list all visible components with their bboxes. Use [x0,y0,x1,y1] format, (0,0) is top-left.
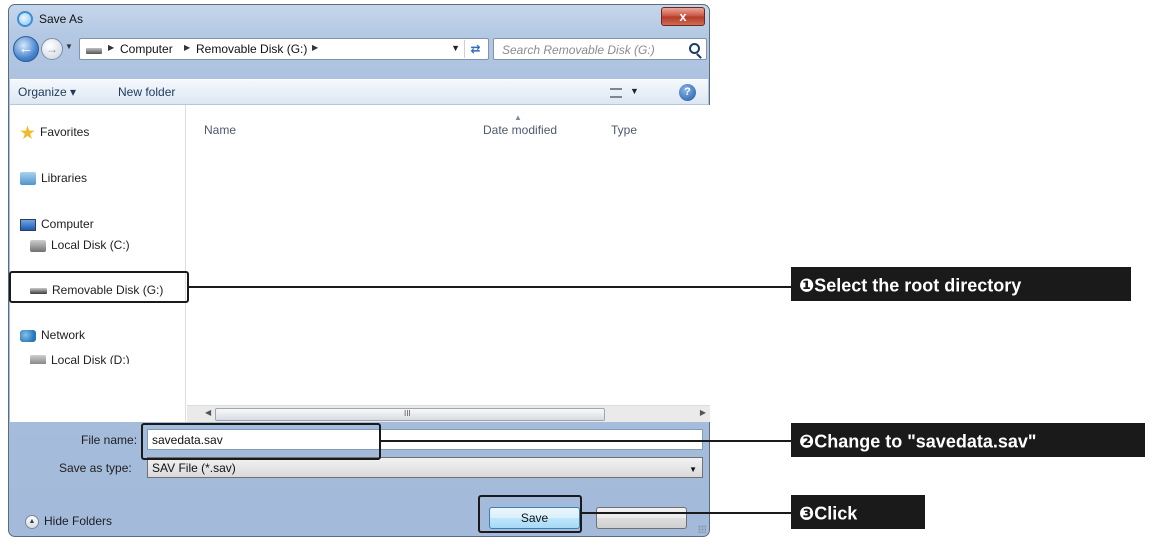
nav-libraries[interactable]: Libraries [20,171,88,186]
breadcrumb-arrow-icon[interactable]: ▶ [184,43,190,52]
save-type-select[interactable]: SAV File (*.sav) ▼ [147,457,703,478]
highlight-file-name [141,423,381,460]
recent-pages-dropdown-icon[interactable]: ▼ [65,42,73,51]
scroll-grip: III [404,409,411,418]
highlight-save-button [478,495,582,533]
leader-line-3 [582,512,791,514]
nav-computer-label: Computer [41,217,94,231]
file-name-label: File name: [81,433,138,447]
nav-local-disk-d-clipped[interactable]: Local Disk (D:) [10,355,186,364]
column-header-type[interactable]: Type [611,123,637,137]
breadcrumb-removable-disk[interactable]: Removable Disk (G:) [196,42,307,56]
views-icon[interactable] [610,88,622,98]
chevron-down-icon: ▼ [689,465,697,474]
callout-2-text: Change to "savedata.sav" [814,431,1037,452]
callout-2-number: ❷ [799,431,815,452]
scroll-left-icon[interactable]: ◀ [205,408,211,417]
back-button[interactable]: ← [13,36,39,62]
scroll-right-icon[interactable]: ▶ [700,408,706,417]
nav-favorites[interactable]: Favorites [20,125,89,140]
horizontal-scrollbar[interactable]: ◀ III ▶ [187,405,710,422]
command-toolbar: Organize ▾ New folder ▼ ? [10,79,708,105]
leader-line-1 [189,286,791,288]
views-dropdown-icon[interactable]: ▼ [630,86,639,96]
scroll-thumb[interactable]: III [215,408,605,421]
file-list[interactable]: Name ▲ Date modified Type [187,105,710,405]
address-dropdown-icon[interactable]: ▼ [451,43,460,53]
save-type-label: Save as type: [59,461,132,475]
leader-line-2 [381,440,791,442]
nav-favorites-label: Favorites [40,125,90,139]
callout-1-number: ❶ [799,275,815,296]
column-header-date-modified[interactable]: Date modified [483,123,557,137]
nav-local-disk-d: Local Disk (D:) [30,355,130,364]
chevron-up-icon: ▲ [25,514,39,529]
new-folder-button[interactable]: New folder [118,85,175,99]
breadcrumb-computer[interactable]: Computer [120,42,173,56]
nav-local-disk-c-label: Local Disk (C:) [51,238,130,252]
refresh-icon[interactable]: ⇄ [464,40,486,58]
address-bar[interactable]: ▶ Computer ▶ Removable Disk (G:) ▶ ▼ ⇄ [79,38,489,60]
forward-button[interactable]: → [41,38,63,60]
callout-3-number: ❸ [799,503,815,524]
breadcrumb-arrow-icon[interactable]: ▶ [108,43,114,52]
help-icon[interactable]: ? [679,84,696,101]
nav-network-label: Network [41,328,86,342]
network-icon [20,329,36,342]
hide-folders-label: Hide Folders [44,514,113,528]
content-area: Favorites Libraries Computer Local Disk … [10,105,710,422]
callout-1-text: Select the root directory [814,275,1022,296]
close-button[interactable]: x [661,7,705,26]
search-placeholder: Search Removable Disk (G:) [502,43,655,57]
navigation-pane[interactable]: Favorites Libraries Computer Local Disk … [10,105,186,422]
sort-ascending-icon: ▲ [514,113,522,122]
callout-3: ❸Click [791,495,925,529]
cancel-button[interactable] [596,507,687,529]
nav-local-disk-d-label: Local Disk (D:) [51,355,130,364]
breadcrumb-arrow-icon[interactable]: ▶ [312,43,318,52]
drive-icon [86,48,102,54]
title-bar[interactable]: Save As x [9,5,709,33]
nav-libraries-label: Libraries [41,171,88,185]
organize-button[interactable]: Organize ▾ [18,85,76,99]
computer-icon [20,218,36,231]
local-disk-icon [30,239,46,252]
window-title: Save As [39,12,84,26]
column-header-name[interactable]: Name [204,123,236,137]
libraries-icon [20,172,36,186]
resize-grip[interactable] [698,525,706,533]
callout-1: ❶Select the root directory [791,267,1131,301]
local-disk-icon [30,355,46,364]
nav-computer[interactable]: Computer [20,217,94,231]
search-icon[interactable] [689,43,700,54]
save-type-value: SAV File (*.sav) [152,461,236,475]
search-input[interactable]: Search Removable Disk (G:) [493,38,707,60]
hide-folders-button[interactable]: ▲ Hide Folders [25,514,112,529]
favorites-star-icon [20,125,35,139]
nav-local-disk-c[interactable]: Local Disk (C:) [30,238,130,252]
stage: Save As x ← → ▼ ▶ Computer ▶ Removable D… [0,0,1160,545]
ie-icon [17,11,33,27]
navigation-bar: ← → ▼ ▶ Computer ▶ Removable Disk (G:) ▶… [9,33,709,65]
highlight-removable-disk [9,271,189,303]
callout-2: ❷Change to "savedata.sav" [791,423,1145,457]
callout-3-text: Click [814,503,858,524]
nav-network[interactable]: Network [20,328,85,342]
